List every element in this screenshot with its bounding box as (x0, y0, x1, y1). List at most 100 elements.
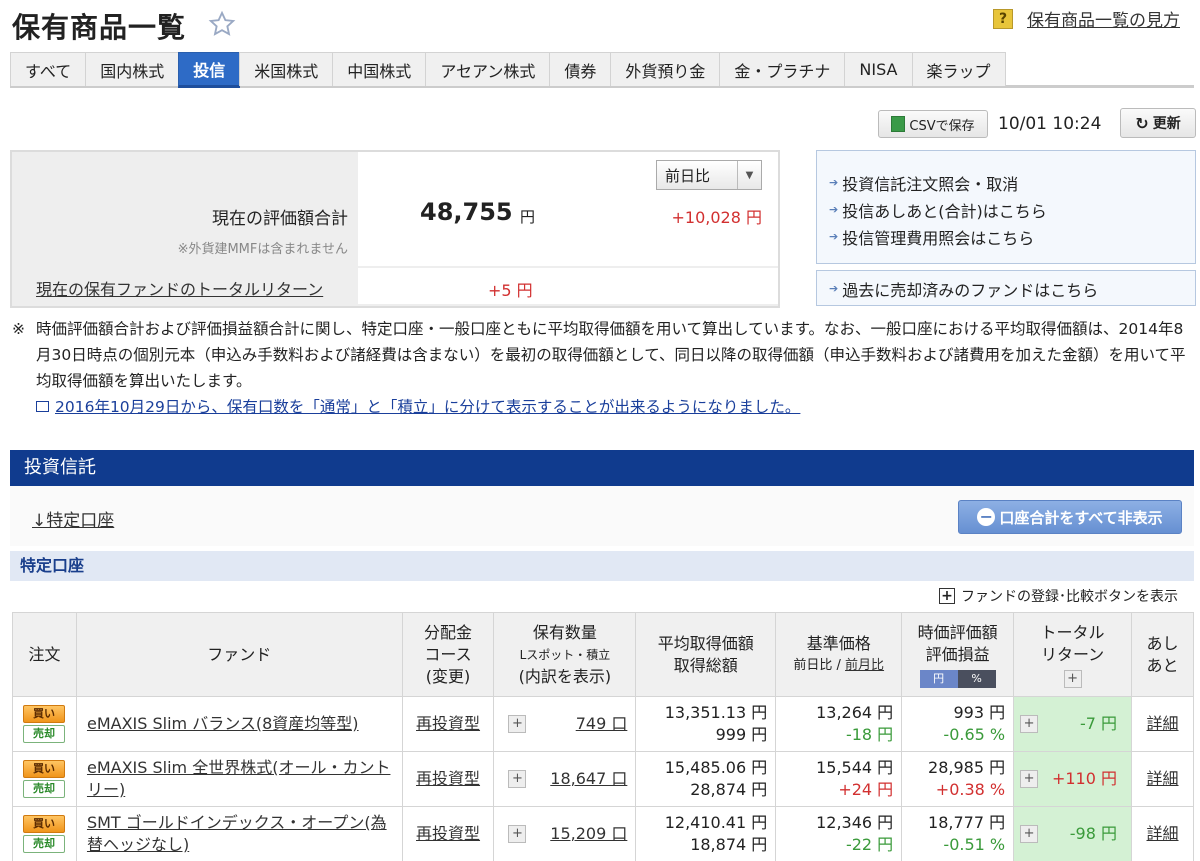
note-mark: ※ (12, 320, 25, 338)
page-title: 保有商品一覧 (12, 11, 187, 44)
expand-icon[interactable]: + (1020, 770, 1039, 788)
tab-asean-stock[interactable]: アセアン株式 (425, 52, 551, 86)
tab-bonds[interactable]: 債券 (549, 52, 612, 86)
col-avg-price: 平均取得価額 取得総額 (635, 612, 777, 697)
help-link-label[interactable]: 保有商品一覧の見方 (1027, 6, 1180, 31)
col-avg-price-l2: 取得総額 (673, 655, 738, 675)
buy-button[interactable]: 買い (23, 815, 65, 833)
pl-pct: +0.38 % (935, 780, 1006, 799)
col-avg-price-l1: 平均取得価額 (657, 633, 754, 653)
course-link[interactable]: 再投資型 (416, 714, 480, 733)
link-sold-funds[interactable]: ➔ 過去に売却済みのファンドはこちら (829, 275, 1183, 302)
minus-circle-icon: − (977, 508, 996, 526)
mmf-note: ※外貨建MMFは含まれません (177, 242, 348, 257)
total-cost: 28,874 円 (690, 780, 768, 799)
yen-pct-toggle[interactable]: 円 % (919, 669, 996, 688)
toggle-pct[interactable]: % (957, 669, 996, 688)
eval-total-label: 現在の評価額合計 (212, 209, 348, 229)
order-cell: 買い 売却 (12, 696, 77, 752)
col-quantity-l3[interactable]: (内訳を表示) (494, 666, 635, 688)
col-quantity-l1: 保有数量 (532, 622, 597, 642)
sell-button[interactable]: 売却 (23, 835, 65, 853)
compare-period-select[interactable]: 前日比 ▼ (656, 160, 762, 190)
tab-all[interactable]: すべて (10, 52, 87, 86)
eval-total-value: 48,755 (420, 198, 513, 226)
compare-toggle-label: ファンドの登録･比較ボタンを表示 (961, 589, 1178, 605)
compare-period-value: 前日比 (665, 166, 711, 185)
spreadsheet-icon (891, 116, 906, 132)
total-return-link[interactable]: 現在の保有ファンドのトータルリターン (36, 276, 323, 300)
refresh-button[interactable]: ↻ 更新 (1120, 108, 1196, 138)
hide-all-totals-label: 口座合計をすべて非表示 (999, 508, 1163, 527)
detail-link[interactable]: 詳細 (1147, 769, 1179, 788)
product-tabs: すべて 国内株式 投信 米国株式 中国株式 アセアン株式 債券 外貨預り金 金・… (10, 52, 1194, 88)
quantity-link[interactable]: 749 口 (576, 714, 628, 733)
sell-button[interactable]: 売却 (23, 780, 65, 798)
link-fund-history[interactable]: ➔ 投信あしあと(合計)はこちら (829, 196, 1183, 223)
col-distribution: 分配金 コース (変更) (401, 612, 495, 697)
display-change-link-label[interactable]: 2016年10月29日から、保有口数を「通常」と「積立」に分けて表示することが出… (55, 395, 800, 417)
sell-button[interactable]: 売却 (23, 725, 65, 743)
expand-icon[interactable]: + (508, 715, 527, 733)
buy-button[interactable]: 買い (23, 705, 65, 723)
col-total-return: トータル リターン + (1013, 612, 1133, 697)
base-diff: +24 円 (838, 780, 894, 799)
col-base-price: 基準価格 前日比 / 前月比 (775, 612, 903, 697)
expand-icon[interactable]: + (1020, 825, 1039, 843)
detail-link[interactable]: 詳細 (1147, 824, 1179, 843)
section-nav: ↓特定口座 − 口座合計をすべて非表示 (10, 486, 1194, 546)
account-anchor-link[interactable]: ↓特定口座 (32, 506, 114, 531)
detail-link[interactable]: 詳細 (1147, 714, 1179, 733)
tab-foreign-deposit[interactable]: 外貨預り金 (610, 52, 721, 86)
tab-us-stock[interactable]: 米国株式 (239, 52, 334, 86)
base-diff: -18 円 (845, 725, 894, 744)
subsection-title: 特定口座 (10, 551, 1194, 581)
fund-name-link[interactable]: eMAXIS Slim 全世界株式(オール・カントリー) (87, 758, 390, 799)
buy-button[interactable]: 買い (23, 760, 65, 778)
course-link[interactable]: 再投資型 (416, 769, 480, 788)
market-value: 28,985 円 (928, 758, 1006, 777)
star-icon[interactable] (208, 10, 236, 38)
link-fund-history-label[interactable]: 投信あしあと(合計)はこちら (842, 198, 1047, 222)
display-change-link[interactable]: 2016年10月29日から、保有口数を「通常」と「積立」に分けて表示することが出… (36, 395, 800, 417)
toggle-yen[interactable]: 円 (919, 669, 958, 688)
hide-all-totals-button[interactable]: − 口座合計をすべて非表示 (958, 500, 1182, 534)
tab-rakurap[interactable]: 楽ラップ (911, 52, 1006, 86)
tab-gold-platinum[interactable]: 金・プラチナ (719, 52, 846, 86)
link-sold-funds-label[interactable]: 過去に売却済みのファンドはこちら (842, 277, 1098, 301)
link-order-inquiry-label[interactable]: 投資信託注文照会・取消 (842, 171, 1018, 195)
help-link[interactable]: ? 保有商品一覧の見方 (993, 6, 1180, 31)
link-order-inquiry[interactable]: ➔ 投資信託注文照会・取消 (829, 169, 1183, 196)
valuation-note: ※ 時価評価額合計および評価損益額合計に関し、特定口座・一般口座ともに平均取得価… (12, 316, 1190, 394)
course-link[interactable]: 再投資型 (416, 824, 480, 843)
tab-nisa[interactable]: NISA (844, 52, 913, 86)
holdings-table: 注文 ファンド 分配金 コース (変更) 保有数量 Lスポット・積立 (内訳を表… (12, 612, 1194, 861)
diff-separator: / (832, 657, 846, 673)
fund-name-link[interactable]: eMAXIS Slim バランス(8資産均等型) (87, 714, 359, 733)
col-footprint: あし あと (1131, 612, 1194, 697)
expand-icon[interactable]: + (1020, 715, 1039, 733)
fund-name-link[interactable]: SMT ゴールドインデックス・オープン(為替ヘッジなし) (87, 813, 387, 854)
tab-domestic-stock[interactable]: 国内株式 (85, 52, 180, 86)
day-diff-label: 前日比 (793, 657, 833, 673)
compare-toggle[interactable]: + ファンドの登録･比較ボタンを表示 (939, 586, 1178, 606)
link-management-fee[interactable]: ➔ 投信管理費用照会はこちら (829, 223, 1183, 250)
base-price: 15,544 円 (816, 758, 894, 777)
csv-save-label: CSVで保存 (909, 118, 975, 134)
month-diff-link[interactable]: 前月比 (845, 658, 884, 673)
arrow-right-icon: ➔ (829, 282, 839, 295)
link-management-fee-label[interactable]: 投信管理費用照会はこちら (842, 225, 1034, 249)
quantity-link[interactable]: 18,647 口 (550, 769, 627, 788)
col-market-value-l1: 時価評価額 (917, 622, 998, 642)
expand-icon[interactable]: + (1063, 669, 1082, 688)
csv-save-button[interactable]: CSVで保存 (878, 110, 988, 138)
tab-china-stock[interactable]: 中国株式 (332, 52, 427, 86)
expand-icon[interactable]: + (508, 770, 527, 788)
table-row: 買い 売却 SMT ゴールドインデックス・オープン(為替ヘッジなし) 再投資型 … (12, 806, 1194, 861)
col-quantity: 保有数量 Lスポット・積立 (内訳を表示) (493, 612, 637, 697)
tab-investment-trust[interactable]: 投信 (178, 52, 241, 88)
arrow-right-icon: ➔ (829, 176, 839, 189)
quantity-link[interactable]: 15,209 口 (550, 824, 627, 843)
expand-icon[interactable]: + (508, 825, 527, 843)
total-return: +110 円 (1051, 769, 1118, 788)
